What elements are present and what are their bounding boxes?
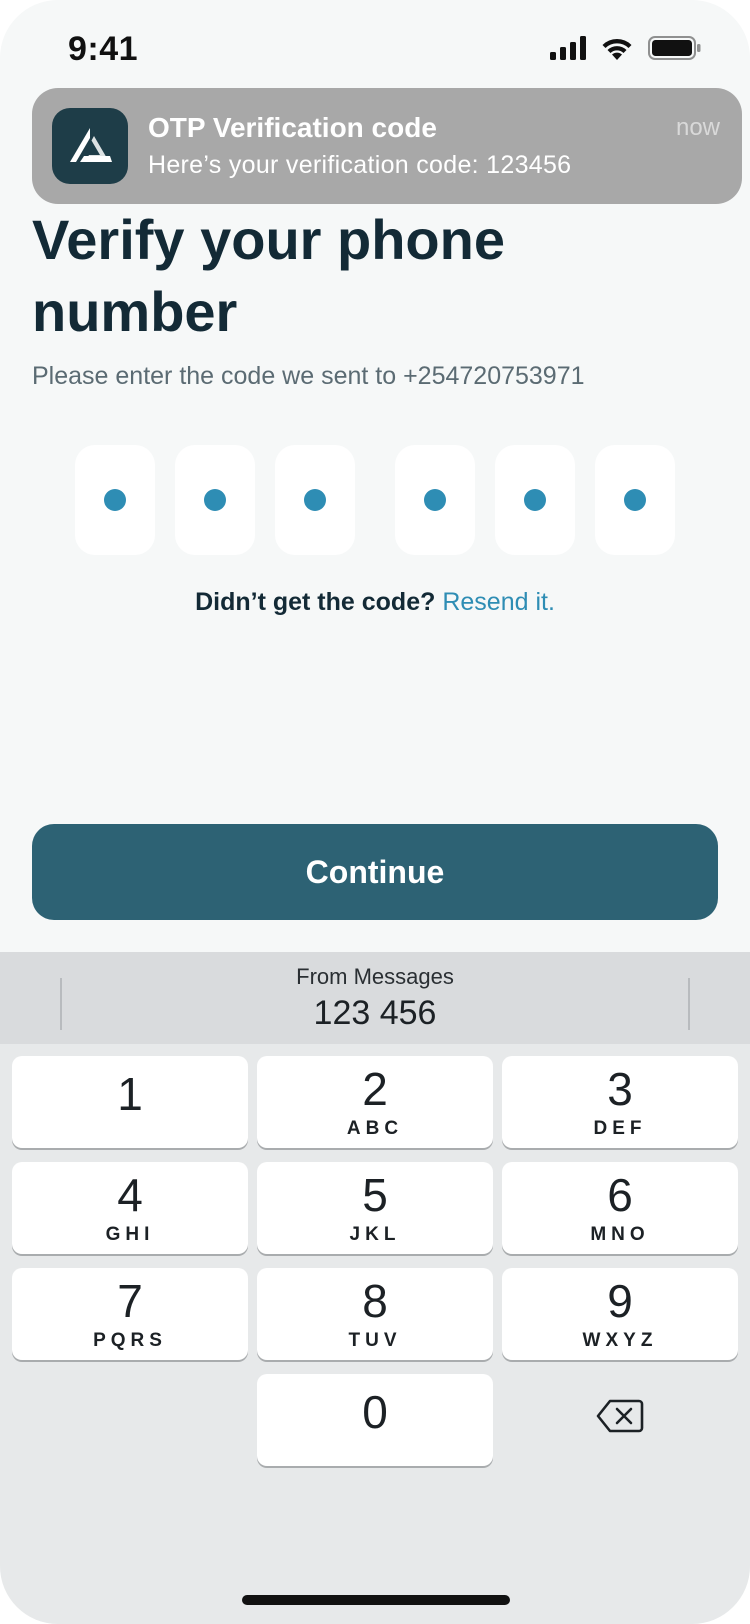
otp-digit-box[interactable] — [595, 445, 675, 555]
notification-title: OTP Verification code — [148, 112, 437, 143]
otp-input[interactable] — [0, 445, 750, 555]
status-time: 9:41 — [68, 30, 139, 68]
suggested-code[interactable]: 123 456 — [0, 994, 750, 1033]
key-letters: ABC — [346, 1118, 404, 1139]
key-0[interactable]: 0 — [257, 1374, 493, 1466]
key-number: 3 — [607, 1063, 633, 1115]
key-2[interactable]: 2 ABC — [257, 1056, 493, 1148]
key-number: 9 — [607, 1275, 633, 1327]
key-number: 0 — [362, 1386, 388, 1438]
otp-filled-dot — [524, 489, 546, 511]
otp-digit-box[interactable] — [275, 445, 355, 555]
page-subtitle: Please enter the code we sent to +254720… — [32, 362, 585, 390]
autofill-suggestion-bar[interactable]: From Messages 123 456 — [0, 952, 750, 1044]
backspace-icon — [596, 1398, 644, 1439]
resend-link[interactable]: Resend it. — [442, 588, 555, 616]
suggestion-source: From Messages — [296, 964, 454, 989]
otp-filled-dot — [304, 489, 326, 511]
numeric-keyboard: From Messages 123 456 1 2 ABC 3 DEF 4 GH… — [0, 952, 750, 1624]
key-letters: TUV — [348, 1330, 402, 1351]
otp-digit-box[interactable] — [495, 445, 575, 555]
wifi-icon — [600, 36, 634, 60]
continue-button[interactable]: Continue — [32, 824, 718, 920]
delete-key[interactable] — [502, 1372, 738, 1464]
continue-button-label: Continue — [305, 853, 445, 890]
key-9[interactable]: 9 WXYZ — [502, 1268, 738, 1360]
signal-icon — [550, 36, 586, 60]
key-number: 2 — [362, 1063, 388, 1115]
key-1[interactable]: 1 — [12, 1056, 248, 1148]
key-number: 1 — [117, 1068, 143, 1120]
otp-filled-dot — [424, 489, 446, 511]
key-number: 5 — [362, 1169, 388, 1221]
key-letters: PQRS — [93, 1330, 167, 1351]
otp-digit-box[interactable] — [75, 445, 155, 555]
notification-body: Here’s your verification code: 123456 — [148, 151, 572, 179]
otp-digit-box[interactable] — [175, 445, 255, 555]
key-letters: GHI — [105, 1224, 155, 1245]
key-number: 6 — [607, 1169, 633, 1221]
key-number: 4 — [117, 1169, 143, 1221]
otp-filled-dot — [624, 489, 646, 511]
phone-screen: 9:41 OTP Verification code Here’s your v… — [0, 0, 750, 1624]
key-5[interactable]: 5 JKL — [257, 1162, 493, 1254]
key-number: 8 — [362, 1275, 388, 1327]
key-letters: MNO — [590, 1224, 650, 1245]
app-logo-icon — [52, 108, 128, 184]
key-letters: WXYZ — [582, 1330, 658, 1351]
key-number: 7 — [117, 1275, 143, 1327]
key-4[interactable]: 4 GHI — [12, 1162, 248, 1254]
key-letters: JKL — [349, 1224, 401, 1245]
resend-question: Didn’t get the code? — [195, 588, 436, 616]
resend-line: Didn’t get the code? Resend it. — [0, 588, 750, 617]
battery-icon — [648, 36, 702, 60]
key-3[interactable]: 3 DEF — [502, 1056, 738, 1148]
key-7[interactable]: 7 PQRS — [12, 1268, 248, 1360]
key-letters: DEF — [593, 1118, 647, 1139]
otp-notification-banner[interactable]: OTP Verification code Here’s your verifi… — [32, 88, 742, 204]
page-title: Verify your phone number — [32, 208, 505, 343]
otp-digit-box[interactable] — [395, 445, 475, 555]
otp-filled-dot — [204, 489, 226, 511]
notification-time: now — [675, 114, 720, 141]
home-indicator[interactable] — [242, 1595, 510, 1605]
key-6[interactable]: 6 MNO — [502, 1162, 738, 1254]
otp-filled-dot — [104, 489, 126, 511]
status-bar: 9:41 — [0, 0, 750, 100]
key-8[interactable]: 8 TUV — [257, 1268, 493, 1360]
status-icons — [550, 36, 702, 60]
